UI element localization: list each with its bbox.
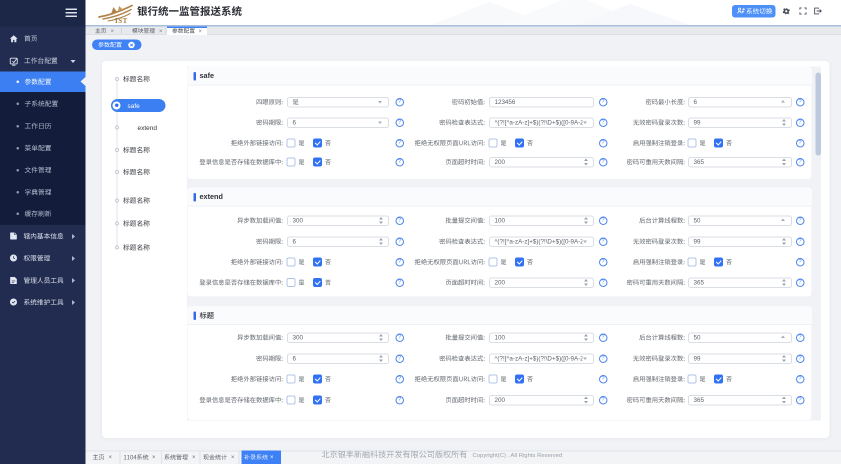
svg-text:IST: IST: [115, 17, 128, 24]
